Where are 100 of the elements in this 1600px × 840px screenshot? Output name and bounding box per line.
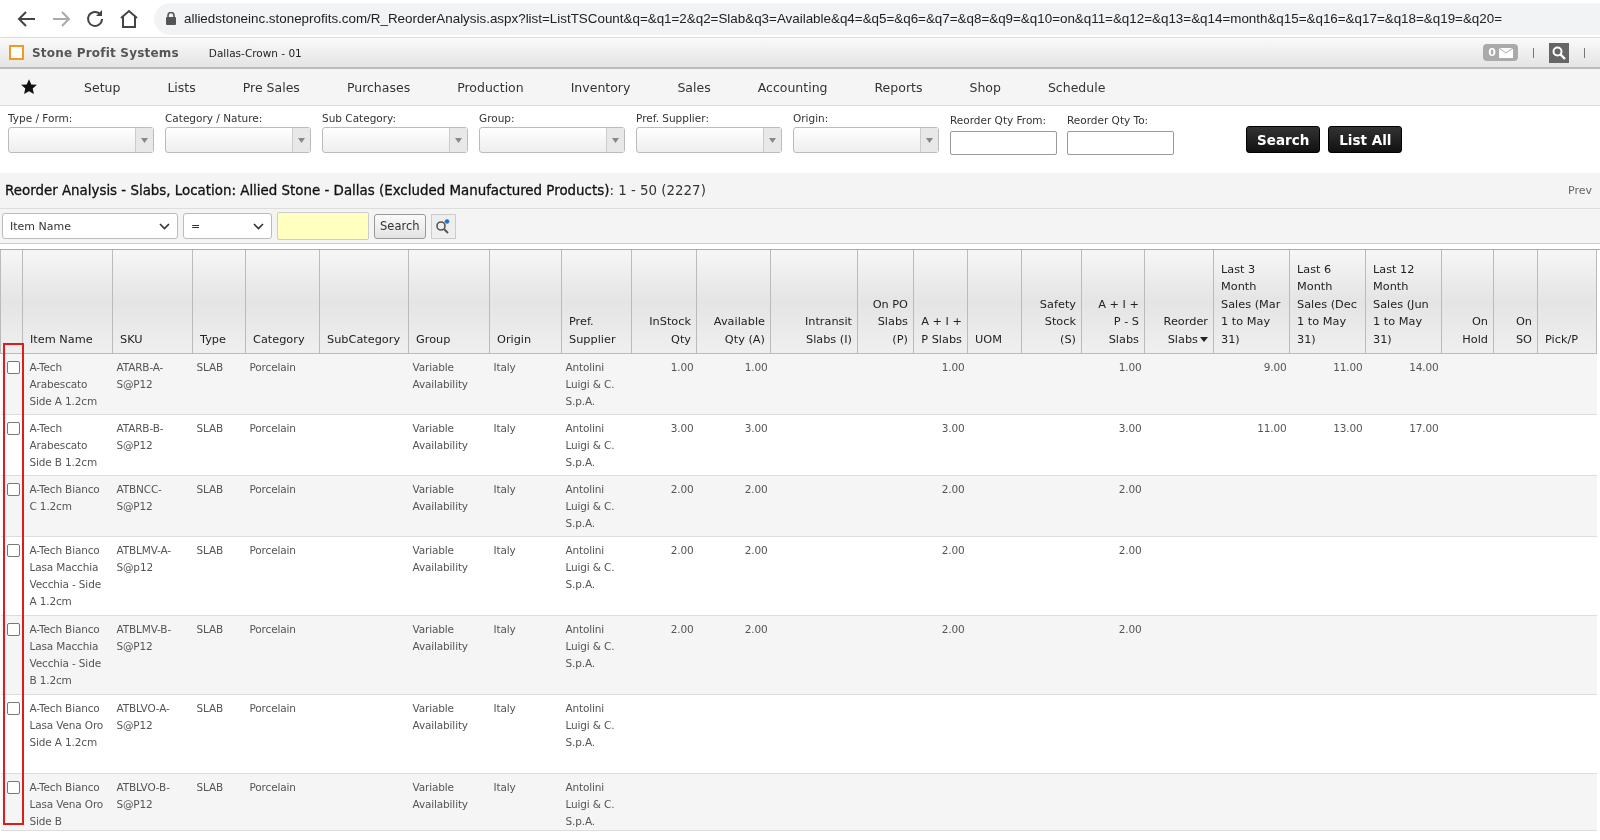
- lock-icon: [166, 12, 176, 25]
- action-button[interactable]: List All: [1328, 126, 1403, 153]
- column-header[interactable]: Origin: [497, 330, 532, 348]
- table-cell: Variable Availability: [412, 623, 468, 652]
- table-cell: Italy: [493, 361, 516, 373]
- menu-item[interactable]: Accounting: [757, 79, 828, 95]
- prev-link[interactable]: Prev: [1568, 184, 1592, 197]
- table-cell: 2.00: [744, 483, 768, 495]
- table-cell: ATBLMV-B-S@P12: [116, 623, 172, 652]
- menu-item[interactable]: Reports: [874, 79, 923, 95]
- dropdown-field[interactable]: [479, 127, 625, 153]
- table-cell: 11.00: [1257, 422, 1287, 434]
- table-cell: 2.00: [670, 623, 694, 635]
- table-cell: A-Tech Bianco Lasa Vena Oro Side B: [29, 781, 104, 827]
- column-header[interactable]: Pick/P: [1545, 330, 1579, 348]
- url-text: alliedstoneinc.stoneprofits.com/R_ReorderAnalysis.aspx?list=ListTSCount&q=&q1=2&q2=Slab&q3=Available&q4=&q5=&q6=&q7=&q8=&q9=&q10=on&q11=&q12=&q13=&q14=month&q15=&q16=&q17=&q18=&q19=&q20=: [184, 11, 1502, 26]
- column-header[interactable]: Category: [253, 330, 305, 348]
- column-header[interactable]: Item Name: [30, 330, 93, 348]
- menu-item[interactable]: Lists: [167, 79, 196, 95]
- table-cell: 2.00: [1118, 483, 1142, 495]
- row-checkbox[interactable]: [6, 422, 20, 435]
- table-cell: 2.00: [1118, 623, 1142, 635]
- filter-label: Group:: [479, 112, 516, 124]
- menu-item[interactable]: Purchases: [346, 79, 411, 95]
- menu-item[interactable]: Shop: [969, 79, 1001, 95]
- table-cell: 2.00: [941, 623, 965, 635]
- address-bar[interactable]: alliedstoneinc.stoneprofits.com/R_ReorderAnalysis.aspx?list=ListTSCount&q=&q1=2&q2=Slab&q3=Available&q4=&q5=&q6=&q7=&q8=&q9=&q10=on&q11=&q12=&q13=&q14=month&q15=&q16=&q17=&q18=&q19=&q20=: [154, 2, 1600, 35]
- menu-item[interactable]: Pre Sales: [242, 79, 300, 95]
- dropdown-field[interactable]: [8, 127, 154, 153]
- table-cell: 3.00: [1118, 422, 1142, 434]
- table-cell: Italy: [493, 702, 516, 714]
- chevron-down-icon: [253, 222, 264, 230]
- row-checkbox[interactable]: [6, 623, 20, 636]
- table-cell: 2.00: [744, 544, 768, 556]
- column-header[interactable]: UOM: [975, 330, 1002, 348]
- table-cell: Porcelain: [249, 702, 296, 714]
- operator-dropdown[interactable]: =: [183, 213, 272, 239]
- table-cell: Porcelain: [249, 361, 296, 373]
- table-cell: ATBLMV-A-S@p12: [116, 544, 171, 573]
- menu-item[interactable]: Setup: [84, 79, 121, 95]
- table-cell: 11.00: [1333, 361, 1363, 373]
- table-cell: SLAB: [196, 422, 224, 434]
- report-title: Reorder Analysis - Slabs, Location: Allied Stone - Dallas (Excluded Manufactured Products): 1 - 50 (2227): [5, 183, 707, 198]
- table-cell: Antolini Luigi & C. S.p.A.: [565, 702, 615, 748]
- action-button[interactable]: Search: [1246, 126, 1321, 153]
- menu-item[interactable]: Sales: [677, 79, 711, 95]
- table-cell: Antolini Luigi & C. S.p.A.: [565, 623, 615, 669]
- search-button[interactable]: Search: [374, 213, 426, 239]
- caret-icon: [141, 137, 148, 143]
- search-icon[interactable]: [1549, 42, 1569, 63]
- column-header[interactable]: SKU: [120, 330, 143, 348]
- table-cell: 3.00: [670, 422, 694, 434]
- column-header[interactable]: SubCategory: [327, 330, 401, 348]
- input-field[interactable]: [950, 131, 1057, 155]
- advanced-search-icon[interactable]: [430, 213, 456, 239]
- table-cell: Variable Availability: [412, 422, 468, 451]
- filter-label: Sub Category:: [322, 112, 398, 124]
- table-cell: Antolini Luigi & C. S.p.A.: [565, 361, 615, 407]
- row-checkbox[interactable]: [6, 483, 20, 496]
- table-cell: A-Tech Arabescato Side A 1.2cm: [29, 361, 97, 407]
- table-cell: SLAB: [196, 623, 224, 635]
- input-field[interactable]: [1067, 131, 1174, 155]
- row-checkbox[interactable]: [6, 361, 20, 374]
- table-cell: Antolini Luigi & C. S.p.A.: [565, 544, 615, 590]
- column-header[interactable]: Type: [200, 330, 226, 348]
- menu-item[interactable]: Inventory: [570, 79, 631, 95]
- table-cell: Italy: [493, 781, 516, 793]
- filter-label: Reorder Qty To:: [1067, 114, 1150, 126]
- table-cell: A-Tech Arabescato Side B 1.2cm: [29, 422, 97, 468]
- filter-label: Origin:: [793, 112, 830, 124]
- field-dropdown[interactable]: Item Name: [2, 213, 178, 239]
- filter-label: Pref. Supplier:: [636, 112, 710, 124]
- caret-icon: [298, 137, 305, 143]
- table-cell: Italy: [493, 483, 516, 495]
- table-cell: 17.00: [1409, 422, 1439, 434]
- table-cell: ATARB-B-S@P12: [116, 422, 164, 451]
- dropdown-field[interactable]: [793, 127, 939, 153]
- table-cell: 13.00: [1333, 422, 1363, 434]
- menu-item[interactable]: Production: [457, 79, 524, 95]
- table-cell: ATBNCC-S@P12: [116, 483, 162, 512]
- caret-icon: [612, 137, 619, 143]
- column-header[interactable]: Group: [416, 330, 451, 348]
- table-cell: 1.00: [744, 361, 768, 373]
- table-cell: Antolini Luigi & C. S.p.A.: [565, 422, 615, 468]
- search-field[interactable]: [277, 212, 369, 240]
- table-cell: A-Tech Bianco Lasa Vena Oro Side A 1.2cm: [29, 702, 104, 748]
- table-cell: A-Tech Bianco C 1.2cm: [29, 483, 100, 512]
- table-cell: 3.00: [744, 422, 768, 434]
- menu-item[interactable]: Schedule: [1047, 79, 1106, 95]
- table-cell: 1.00: [1118, 361, 1142, 373]
- dropdown-field[interactable]: [165, 127, 311, 153]
- row-checkbox[interactable]: [6, 544, 20, 557]
- row-checkbox[interactable]: [6, 702, 20, 715]
- table-cell: Antolini Luigi & C. S.p.A.: [565, 483, 615, 529]
- star-icon[interactable]: [20, 78, 38, 96]
- table-cell: Italy: [493, 544, 516, 556]
- row-checkbox[interactable]: [6, 781, 20, 794]
- table-cell: Variable Availability: [412, 361, 468, 390]
- dropdown-field[interactable]: [636, 127, 782, 153]
- dropdown-field[interactable]: [322, 127, 468, 153]
